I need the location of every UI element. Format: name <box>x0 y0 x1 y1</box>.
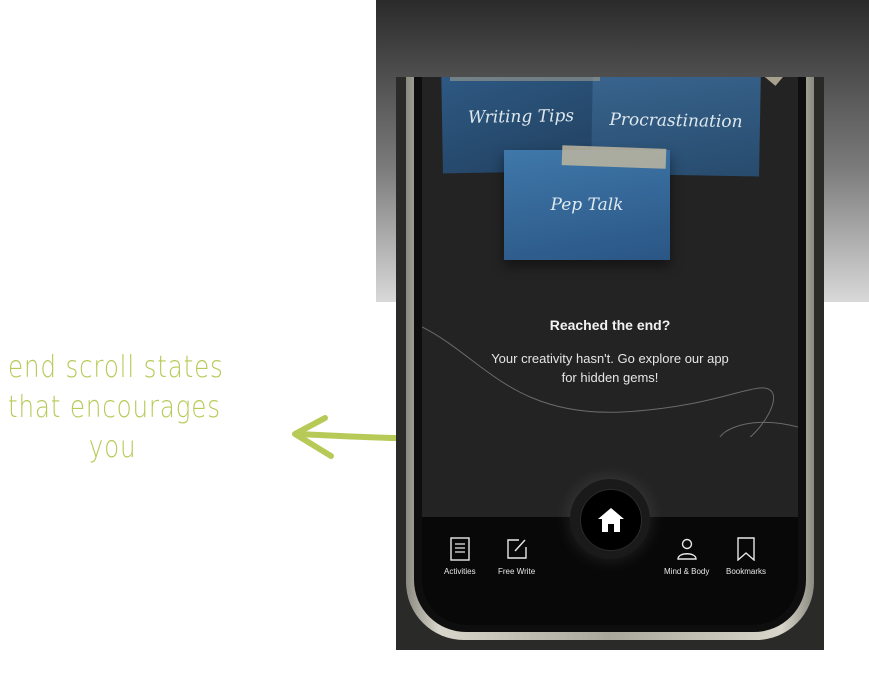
home-button-ring <box>570 479 650 559</box>
tape-decoration <box>561 145 667 169</box>
tab-mind-body[interactable]: Mind & Body <box>664 537 709 576</box>
end-state-title: Reached the end? <box>549 317 671 333</box>
tab-label: Bookmarks <box>726 567 767 576</box>
annotation-line: end scroll states <box>8 350 224 385</box>
home-button[interactable] <box>580 489 642 551</box>
annotation-text: end scroll states that encourages you <box>8 348 224 468</box>
note-label: Writing Tips <box>467 106 575 128</box>
tab-label: Mind & Body <box>664 567 710 576</box>
tab-bookmarks[interactable]: Bookmarks <box>726 537 766 576</box>
pencil-square-icon <box>506 539 527 559</box>
tab-label: Activities <box>444 567 476 576</box>
note-label: Procrastination <box>609 109 743 133</box>
tab-activities[interactable]: Activities <box>444 537 476 576</box>
annotation-line: you <box>88 430 137 465</box>
home-icon <box>598 508 624 532</box>
end-state-message: Your creativity hasn't. Go explore our a… <box>491 351 729 385</box>
bookmark-icon <box>737 537 755 561</box>
person-icon <box>676 538 697 560</box>
phone-screen: Writing Tips Procrastination Pep Talk Re… <box>422 77 798 625</box>
annotation-line: that encourages <box>8 390 221 425</box>
tab-free-write[interactable]: Free Write <box>498 537 535 576</box>
phone-mockup: Writing Tips Procrastination Pep Talk Re… <box>396 77 824 650</box>
tape-decoration <box>450 77 600 81</box>
tab-label: Free Write <box>498 567 536 576</box>
note-label: Pep Talk <box>550 195 624 215</box>
document-list-icon <box>450 537 470 561</box>
